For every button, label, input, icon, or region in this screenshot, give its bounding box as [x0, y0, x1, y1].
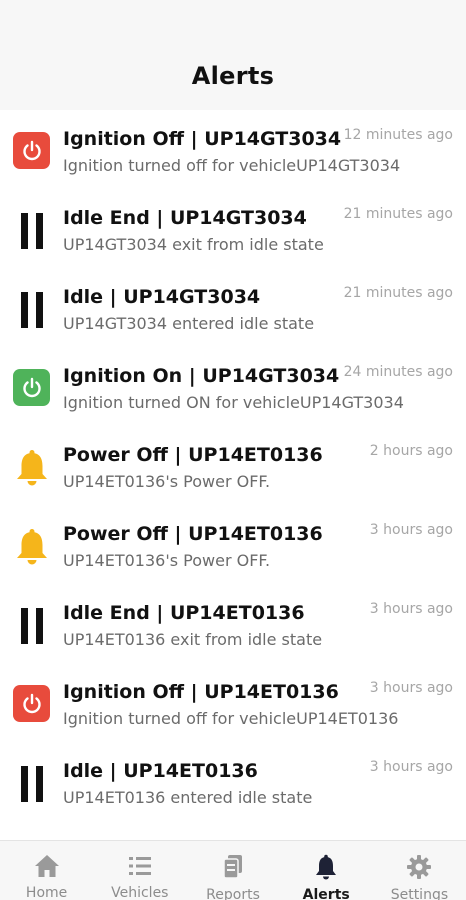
alert-title: Idle | UP14ET0136	[63, 760, 258, 782]
alert-time: 3 hours ago	[369, 680, 453, 696]
tab-label: Home	[25, 885, 68, 900]
alert-description: UP14GT3034 entered idle state	[63, 314, 315, 333]
home-icon	[33, 854, 61, 878]
page-title: Alerts	[191, 62, 275, 90]
alert-time: 12 minutes ago	[343, 127, 453, 143]
power-icon	[13, 369, 50, 406]
tab-settings[interactable]: Settings	[373, 841, 466, 900]
alert-description: Ignition turned ON for vehicleUP14GT3034	[63, 393, 404, 412]
bell-icon	[13, 448, 50, 488]
alert-time: 24 minutes ago	[343, 364, 453, 380]
alert-time: 2 hours ago	[369, 443, 453, 459]
alert-item[interactable]: Ignition Off | UP14GT3034 12 minutes ago…	[0, 110, 466, 189]
alert-time: 21 minutes ago	[343, 206, 453, 222]
pause-icon	[13, 290, 50, 330]
reports-icon	[219, 854, 247, 880]
tab-vehicles[interactable]: Vehicles	[93, 841, 186, 900]
alert-description: UP14ET0136's Power OFF.	[63, 551, 271, 570]
alert-title: Ignition Off | UP14GT3034	[63, 128, 342, 150]
power-icon	[13, 685, 50, 722]
app-header: Alerts	[0, 0, 466, 110]
alert-item[interactable]: Power Off | UP14ET0136 2 hours ago UP14E…	[0, 426, 466, 505]
alert-item[interactable]: Idle | UP14GT3034 21 minutes ago UP14GT3…	[0, 268, 466, 347]
tab-label: Reports	[206, 887, 260, 900]
tab-label: Settings	[390, 887, 449, 900]
pause-icon	[13, 211, 50, 251]
alert-title: Ignition On | UP14GT3034	[63, 365, 340, 387]
alert-description: UP14ET0136 entered idle state	[63, 788, 313, 807]
alert-time: 3 hours ago	[369, 522, 453, 538]
tab-alerts[interactable]: Alerts	[280, 841, 373, 900]
alert-title: Power Off | UP14ET0136	[63, 444, 323, 466]
alert-title: Idle End | UP14ET0136	[63, 602, 305, 624]
alert-title: Power Off | UP14ET0136	[63, 523, 323, 545]
alert-time: 21 minutes ago	[343, 285, 453, 301]
bell-icon	[312, 854, 340, 880]
alert-item[interactable]: Power Off | UP14ET0136 3 hours ago UP14E…	[0, 505, 466, 584]
alert-description: UP14GT3034 exit from idle state	[63, 235, 324, 254]
pause-icon	[13, 606, 50, 646]
tab-reports[interactable]: Reports	[186, 841, 279, 900]
alert-item[interactable]: Ignition Off | UP14ET0136 3 hours ago Ig…	[0, 663, 466, 742]
gear-icon	[405, 854, 433, 880]
bell-icon	[13, 527, 50, 567]
power-icon	[13, 132, 50, 169]
pause-icon	[13, 764, 50, 804]
list-icon	[126, 854, 154, 878]
alert-title: Ignition Off | UP14ET0136	[63, 681, 339, 703]
alert-list: Ignition Off | UP14GT3034 12 minutes ago…	[0, 110, 466, 821]
tab-label: Alerts	[302, 887, 350, 900]
alert-time: 3 hours ago	[369, 759, 453, 775]
alert-description: Ignition turned off for vehicleUP14ET013…	[63, 709, 399, 728]
alert-title: Idle End | UP14GT3034	[63, 207, 307, 229]
alert-item[interactable]: Ignition On | UP14GT3034 24 minutes ago …	[0, 347, 466, 426]
alert-title: Idle | UP14GT3034	[63, 286, 261, 308]
alert-item[interactable]: Idle End | UP14ET0136 3 hours ago UP14ET…	[0, 584, 466, 663]
tab-label: Vehicles	[111, 885, 169, 900]
alert-description: Ignition turned off for vehicleUP14GT303…	[63, 156, 401, 175]
alert-description: UP14ET0136's Power OFF.	[63, 472, 271, 491]
alert-item[interactable]: Idle End | UP14GT3034 21 minutes ago UP1…	[0, 189, 466, 268]
tab-bar: Home Vehicles Reports Alerts Settings	[0, 840, 466, 900]
tab-home[interactable]: Home	[0, 841, 93, 900]
alert-description: UP14ET0136 exit from idle state	[63, 630, 323, 649]
alert-item[interactable]: Idle | UP14ET0136 3 hours ago UP14ET0136…	[0, 742, 466, 821]
alert-time: 3 hours ago	[369, 601, 453, 617]
